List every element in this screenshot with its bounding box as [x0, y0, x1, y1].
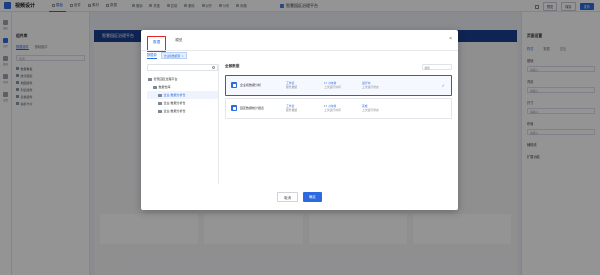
dataset-time-label: 上次运行时间 [324, 85, 341, 89]
tree-node-label: 企业-数据分析仓 [163, 109, 186, 113]
dialog-footer: 取消 确定 [141, 192, 458, 202]
dataset-list: 企业和数据分析 工作表 服务数据 17 小时前 上次运行时间 运行中 上次运行状态 ✓… [225, 74, 452, 119]
dataset-status-label: 上次运行状态 [362, 85, 379, 89]
confirm-button[interactable]: 确定 [303, 192, 322, 202]
dataset-time: 17 小时前 上次运行时间 [324, 104, 362, 112]
divider [141, 50, 458, 51]
dataset-name: 园区数据统计报表 [240, 106, 265, 110]
close-icon[interactable]: × [449, 36, 452, 42]
dataset-status: 运行中 上次运行状态 [362, 81, 400, 89]
dataset-type-label: 服务数据 [286, 85, 298, 89]
dataset-panel: 全部数据 搜索 企业和数据分析 工作表 服务数据 17 小时前 上次运行时间 运行中… [225, 64, 452, 184]
folder-icon [158, 93, 162, 97]
dataset-icon [231, 105, 237, 111]
dataset-time-label: 上次运行时间 [324, 108, 341, 112]
selected-chip[interactable]: 企业和数据源 × [160, 52, 187, 60]
tree-search-input[interactable] [147, 64, 218, 71]
chip-label: 企业和数据源 [163, 53, 181, 58]
tree-node[interactable]: 企业-数据分析仓 [147, 107, 218, 115]
check-icon: ✓ [441, 82, 445, 88]
chip-close-icon[interactable]: × [182, 54, 184, 58]
dataset-name: 企业和数据分析 [240, 83, 262, 87]
tree-node-label: 智慧园区治理平台 [153, 77, 178, 81]
search-icon [212, 66, 215, 69]
dialog-tree-panel: 智慧园区治理平台 数据仓库 企业-数据分析仓 企业-数据分析仓 企业-数据分析仓 [147, 64, 219, 184]
folder-icon [153, 85, 157, 89]
dataset-type: 工作表 服务数据 [286, 81, 324, 89]
tree-node-label: 数据仓库 [158, 85, 171, 89]
tree-node[interactable]: 企业-数据分析仓 [147, 99, 218, 107]
dataset-search-input[interactable]: 搜索 [422, 64, 452, 70]
dataset-icon [231, 82, 237, 88]
dataset-list-title: 全部数据 [225, 64, 240, 69]
folder-icon [148, 77, 152, 81]
tree-node[interactable]: 数据仓库 [147, 83, 218, 91]
dataset-type-label: 服务数据 [286, 108, 298, 112]
folder-icon [158, 101, 162, 105]
dataset-status-label: 上次运行状态 [362, 108, 379, 112]
dataset-time: 17 小时前 上次运行时间 [324, 81, 362, 89]
tree-node-label: 企业-数据分析仓 [163, 101, 186, 105]
dialog-subbar: 数据源 企业和数据源 × [147, 52, 187, 60]
dataset-type: 工作表 服务数据 [286, 104, 324, 112]
tree-node-label: 企业-数据分析仓 [163, 93, 186, 97]
folder-tree: 智慧园区治理平台 数据仓库 企业-数据分析仓 企业-数据分析仓 企业-数据分析仓 [147, 75, 218, 115]
data-source-label[interactable]: 数据源 [147, 52, 157, 60]
dataset-status: 完成 上次运行状态 [362, 104, 400, 112]
tree-node[interactable]: 企业-数据分析仓 [147, 91, 218, 99]
folder-icon [158, 109, 162, 113]
dataset-card[interactable]: 企业和数据分析 工作表 服务数据 17 小时前 上次运行时间 运行中 上次运行状态 ✓ [225, 74, 452, 96]
dataset-card[interactable]: 园区数据统计报表 工作表 服务数据 17 小时前 上次运行时间 完成 上次运行状态 [225, 97, 452, 119]
data-source-dialog: 数据 模型 × 数据源 企业和数据源 × 智慧园区治理平台 数据仓库 企业-数据… [141, 30, 458, 210]
dataset-panel-header: 全部数据 搜索 [225, 64, 452, 70]
tree-node[interactable]: 智慧园区治理平台 [147, 75, 218, 83]
cancel-button[interactable]: 取消 [277, 192, 298, 202]
